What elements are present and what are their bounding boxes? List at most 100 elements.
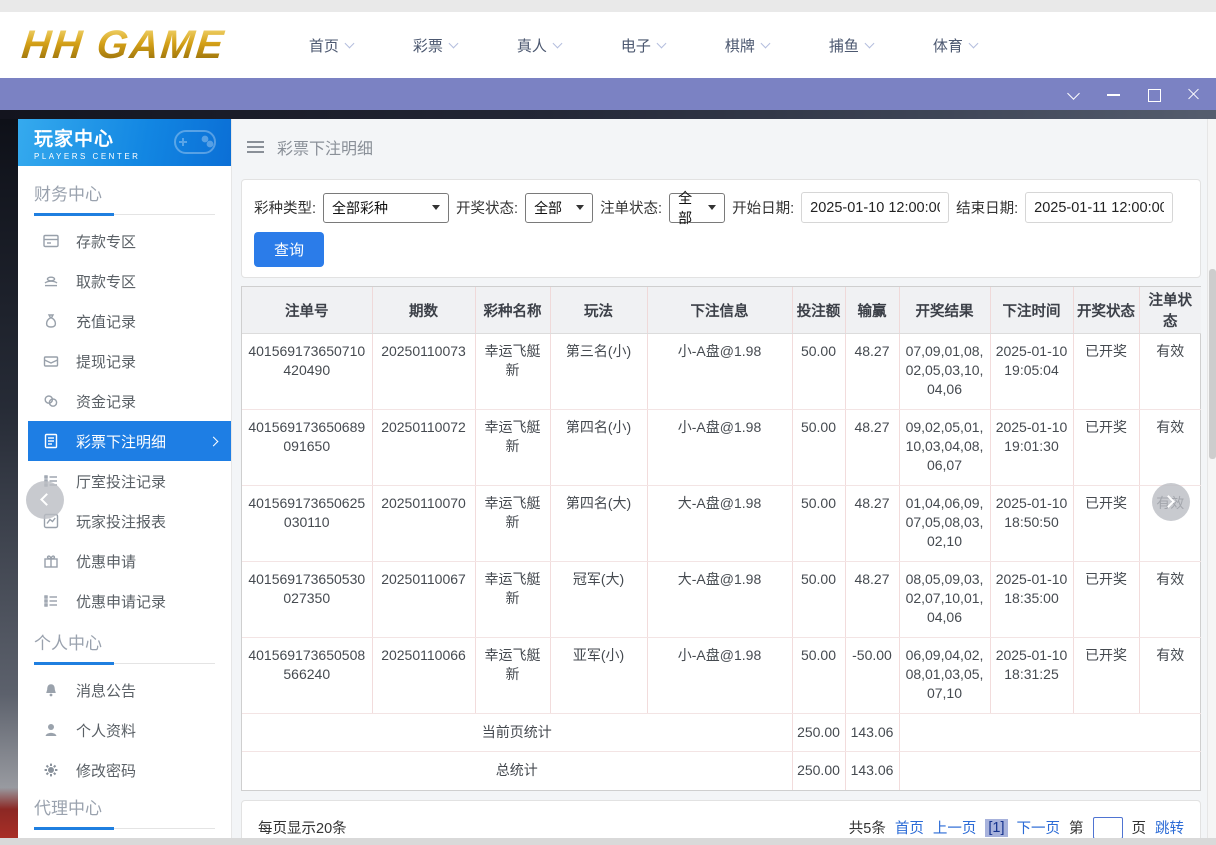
window-collapse-icon[interactable] bbox=[1066, 86, 1082, 102]
table-row: 40156917365071042049020250110073幸运飞艇新第三名… bbox=[242, 334, 1201, 410]
col-amount: 投注额 bbox=[792, 287, 845, 334]
sidebar-item-recharge-record[interactable]: 充值记录 bbox=[18, 301, 231, 341]
window-close-button[interactable] bbox=[1186, 86, 1202, 102]
first-page-link[interactable]: 首页 bbox=[895, 817, 924, 838]
table-row: 40156917365068909165020250110072幸运飞艇新第四名… bbox=[242, 410, 1201, 486]
sidebar-item-deposit-zone[interactable]: 存款专区 bbox=[18, 221, 231, 261]
sidebar-item-promo-apply[interactable]: 优惠申请 bbox=[18, 541, 231, 581]
start-date-input[interactable] bbox=[801, 192, 949, 223]
col-order-id: 注单号 bbox=[242, 287, 372, 334]
section-personal: 个人中心 bbox=[18, 621, 231, 664]
pagination-bar: 每页显示20条 共5条 首页 上一页 [1] 下一页 第 页 跳转 bbox=[241, 800, 1201, 839]
nav-item-fishing[interactable]: 捕鱼 bbox=[799, 35, 903, 56]
jump-button[interactable]: 跳转 bbox=[1155, 817, 1184, 838]
bell-icon bbox=[42, 681, 60, 699]
chevron-down-icon bbox=[656, 38, 666, 48]
page-jump-input[interactable] bbox=[1093, 817, 1123, 839]
envelope-wallet-icon bbox=[42, 352, 60, 370]
chevron-down-icon bbox=[344, 38, 354, 48]
col-bet-time: 下注时间 bbox=[990, 287, 1073, 334]
logo[interactable]: HH GAME bbox=[12, 23, 236, 68]
col-order-status: 注单状态 bbox=[1139, 287, 1201, 334]
lottery-type-label: 彩种类型: bbox=[254, 197, 316, 218]
start-date-label: 开始日期: bbox=[732, 197, 794, 218]
order-status-select[interactable]: 全部 bbox=[669, 193, 725, 223]
section-underline bbox=[34, 214, 215, 215]
sidebar-collapse-button[interactable] bbox=[26, 481, 64, 519]
top-navbar: HH GAME 首页 彩票 真人 电子 棋牌 捕鱼 体育 bbox=[0, 12, 1216, 78]
deposit-machine-icon bbox=[42, 232, 60, 250]
col-result: 开奖结果 bbox=[899, 287, 990, 334]
page-summary-row: 当前页统计 250.00 143.06 bbox=[242, 714, 1201, 752]
panel-expand-button[interactable] bbox=[1152, 483, 1190, 521]
chevron-left-icon bbox=[40, 493, 53, 506]
page-summary-amount: 250.00 bbox=[792, 714, 845, 752]
nav-item-home[interactable]: 首页 bbox=[279, 35, 383, 56]
bet-detail-table: 注单号 期数 彩种名称 玩法 下注信息 投注额 输赢 开奖结果 下注时间 开奖状… bbox=[241, 286, 1201, 791]
main-content: 彩票下注明细 彩种类型: 全部彩种 开奖状态: 全部 注单状态: 全部 bbox=[232, 119, 1207, 838]
order-status-label: 注单状态: bbox=[600, 197, 662, 218]
chevron-right-icon bbox=[1162, 495, 1175, 508]
end-date-input[interactable] bbox=[1025, 192, 1173, 223]
nav-item-electronic[interactable]: 电子 bbox=[591, 35, 695, 56]
section-finance: 财务中心 bbox=[18, 166, 231, 215]
sidebar-item-lottery-bet-detail[interactable]: 彩票下注明细 bbox=[28, 421, 231, 461]
section-title: 代理中心 bbox=[34, 794, 215, 828]
sidebar-item-messages[interactable]: 消息公告 bbox=[18, 670, 231, 710]
chevron-right-icon bbox=[209, 436, 219, 446]
table-header-row: 注单号 期数 彩种名称 玩法 下注信息 投注额 输赢 开奖结果 下注时间 开奖状… bbox=[242, 287, 1201, 334]
desktop-left-strip bbox=[0, 119, 18, 838]
sidebar-item-fund-record[interactable]: 资金记录 bbox=[18, 381, 231, 421]
window-bottom-edge bbox=[0, 838, 1216, 845]
person-icon bbox=[42, 721, 60, 739]
nav-item-sports[interactable]: 体育 bbox=[903, 35, 1007, 56]
breadcrumb: 彩票下注明细 bbox=[247, 135, 1201, 159]
draw-status-label: 开奖状态: bbox=[456, 197, 518, 218]
draw-status-select[interactable]: 全部 bbox=[525, 193, 593, 223]
sidebar-item-change-password[interactable]: 修改密码 bbox=[18, 750, 231, 790]
col-draw-status: 开奖状态 bbox=[1073, 287, 1139, 334]
section-underline bbox=[34, 828, 215, 829]
window-maximize-button[interactable] bbox=[1146, 86, 1162, 102]
hamburger-icon[interactable] bbox=[247, 141, 264, 153]
page-size-text: 每页显示20条 bbox=[258, 817, 347, 838]
page-summary-winloss: 143.06 bbox=[845, 714, 899, 752]
next-page-link[interactable]: 下一页 bbox=[1017, 817, 1061, 838]
sidebar-item-withdrawal-record[interactable]: 提现记录 bbox=[18, 341, 231, 381]
table-row: 40156917365053002735020250110067幸运飞艇新冠军(… bbox=[242, 562, 1201, 638]
col-period: 期数 bbox=[372, 287, 475, 334]
chevron-down-icon bbox=[760, 38, 770, 48]
lottery-type-select[interactable]: 全部彩种 bbox=[323, 193, 449, 223]
table-row: 40156917365062503011020250110070幸运飞艇新第四名… bbox=[242, 486, 1201, 562]
checklist-icon bbox=[42, 592, 60, 610]
sidebar-item-promo-apply-record[interactable]: 优惠申请记录 bbox=[18, 581, 231, 621]
sidebar-header: 玩家中心 PLAYERS CENTER bbox=[18, 119, 231, 166]
query-button[interactable]: 查询 bbox=[254, 232, 324, 267]
page-summary-label: 当前页统计 bbox=[242, 714, 792, 752]
filter-panel: 彩种类型: 全部彩种 开奖状态: 全部 注单状态: 全部 开始日期: 结束日期: bbox=[241, 179, 1201, 278]
total-count-text: 共5条 bbox=[849, 817, 886, 838]
nav-item-lottery[interactable]: 彩票 bbox=[383, 35, 487, 56]
select-caret-icon bbox=[708, 205, 716, 210]
window-minimize-button[interactable] bbox=[1106, 86, 1122, 102]
nav-item-live[interactable]: 真人 bbox=[487, 35, 591, 56]
col-play: 玩法 bbox=[550, 287, 647, 334]
scrollbar-thumb[interactable] bbox=[1209, 269, 1216, 459]
gear-icon bbox=[42, 761, 60, 779]
sidebar: 玩家中心 PLAYERS CENTER 财务中心 存款专区 bbox=[18, 119, 232, 838]
section-title: 财务中心 bbox=[34, 180, 215, 214]
select-caret-icon bbox=[576, 205, 584, 210]
gift-icon bbox=[42, 552, 60, 570]
col-lottery: 彩种名称 bbox=[475, 287, 550, 334]
sidebar-item-withdraw-zone[interactable]: 取款专区 bbox=[18, 261, 231, 301]
scrollbar[interactable] bbox=[1207, 119, 1216, 838]
withdraw-hand-icon bbox=[42, 272, 60, 290]
sidebar-item-profile[interactable]: 个人资料 bbox=[18, 710, 231, 750]
prev-page-link[interactable]: 上一页 bbox=[933, 817, 977, 838]
section-title: 个人中心 bbox=[34, 629, 215, 663]
money-bag-icon bbox=[42, 312, 60, 330]
nav-item-chess[interactable]: 棋牌 bbox=[695, 35, 799, 56]
page-title: 彩票下注明细 bbox=[277, 135, 373, 159]
jump-prefix: 第 bbox=[1069, 817, 1084, 838]
section-underline bbox=[34, 663, 215, 664]
